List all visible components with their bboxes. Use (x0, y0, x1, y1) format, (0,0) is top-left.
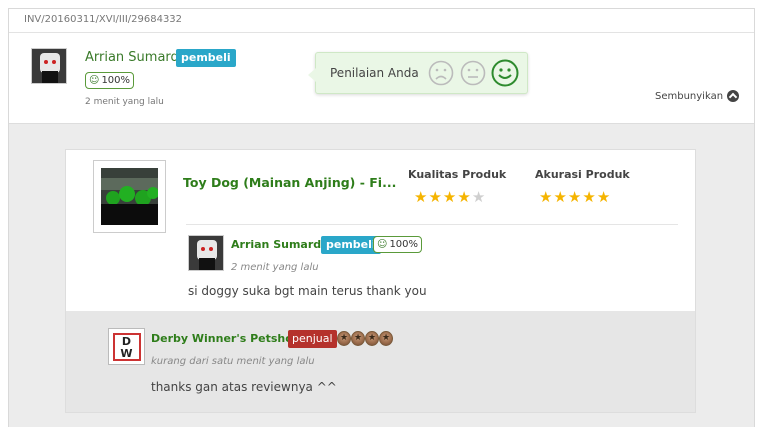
avatar-image (32, 49, 66, 83)
review-text: si doggy suka bgt main terus thank you (188, 284, 427, 298)
product-thumbnail[interactable] (93, 160, 166, 233)
buyer-role-badge: pembeli (176, 49, 236, 67)
seller-medals: ★ ★ ★ ★ (337, 331, 393, 346)
star-filled-icon: ★ (539, 188, 553, 206)
happy-face-icon[interactable] (491, 59, 519, 87)
seller-name[interactable]: Derby Winner's Petshop (151, 332, 301, 345)
smile-icon: ☺ (377, 239, 388, 250)
card-divider (186, 224, 678, 225)
quality-stars: ★ ★ ★ ★ ★ (414, 190, 485, 205)
reputation-value: 100% (389, 239, 419, 250)
star-filled-icon: ★ (442, 188, 457, 206)
star-empty-icon: ★ (471, 188, 486, 206)
seller-role-badge: penjual (288, 330, 337, 348)
star-filled-icon: ★ (567, 188, 582, 206)
medal-icon: ★ (351, 331, 365, 346)
star-filled-icon: ★ (596, 188, 611, 206)
buyer-avatar[interactable] (31, 48, 67, 84)
divider (9, 32, 754, 33)
reviewer-name[interactable]: Arrian Sumardi (231, 238, 325, 251)
accuracy-label: Akurasi Produk (535, 168, 630, 181)
review-time: 2 menit yang lalu (231, 262, 319, 273)
reviewer-role-badge: pembeli (321, 236, 381, 254)
sad-face-icon[interactable] (428, 60, 454, 86)
seller-logo-mark: DW (112, 332, 141, 361)
buyer-reputation[interactable]: ☺ 100% (85, 72, 135, 89)
hide-link[interactable]: Sembunyikan (655, 90, 740, 102)
hide-label: Sembunyikan (655, 90, 724, 102)
reviewer-avatar[interactable] (188, 235, 224, 271)
seller-logo[interactable]: DW (108, 328, 145, 365)
rating-label: Penilaian Anda (330, 66, 419, 80)
rating-prompt: Penilaian Anda (308, 52, 528, 94)
invoice-number: INV/20160311/XVI/III/29684332 (24, 14, 183, 25)
star-filled-icon: ★ (457, 188, 471, 206)
star-filled-icon: ★ (553, 188, 567, 206)
avatar-image (189, 236, 223, 270)
chevron-up-icon (727, 90, 740, 102)
star-filled-icon: ★ (428, 188, 442, 206)
reviewer-reputation[interactable]: ☺ 100% (373, 236, 423, 253)
quality-label: Kualitas Produk (408, 168, 507, 181)
buyer-time: 2 menit yang lalu (85, 97, 164, 107)
reply-time: kurang dari satu menit yang lalu (151, 356, 315, 367)
star-filled-icon: ★ (414, 188, 428, 206)
smile-icon: ☺ (89, 75, 100, 86)
accuracy-stars: ★ ★ ★ ★ ★ (539, 190, 610, 205)
star-filled-icon: ★ (582, 188, 596, 206)
medal-icon: ★ (337, 331, 351, 346)
neutral-face-icon[interactable] (460, 60, 486, 86)
buyer-name[interactable]: Arrian Sumardi (85, 50, 182, 65)
product-title[interactable]: Toy Dog (Mainan Anjing) - Fi... (183, 175, 396, 190)
medal-icon: ★ (379, 331, 393, 346)
reputation-value: 100% (101, 75, 131, 86)
product-image (101, 168, 158, 225)
reply-text: thanks gan atas reviewnya ^^ (151, 380, 337, 394)
medal-icon: ★ (365, 331, 379, 346)
